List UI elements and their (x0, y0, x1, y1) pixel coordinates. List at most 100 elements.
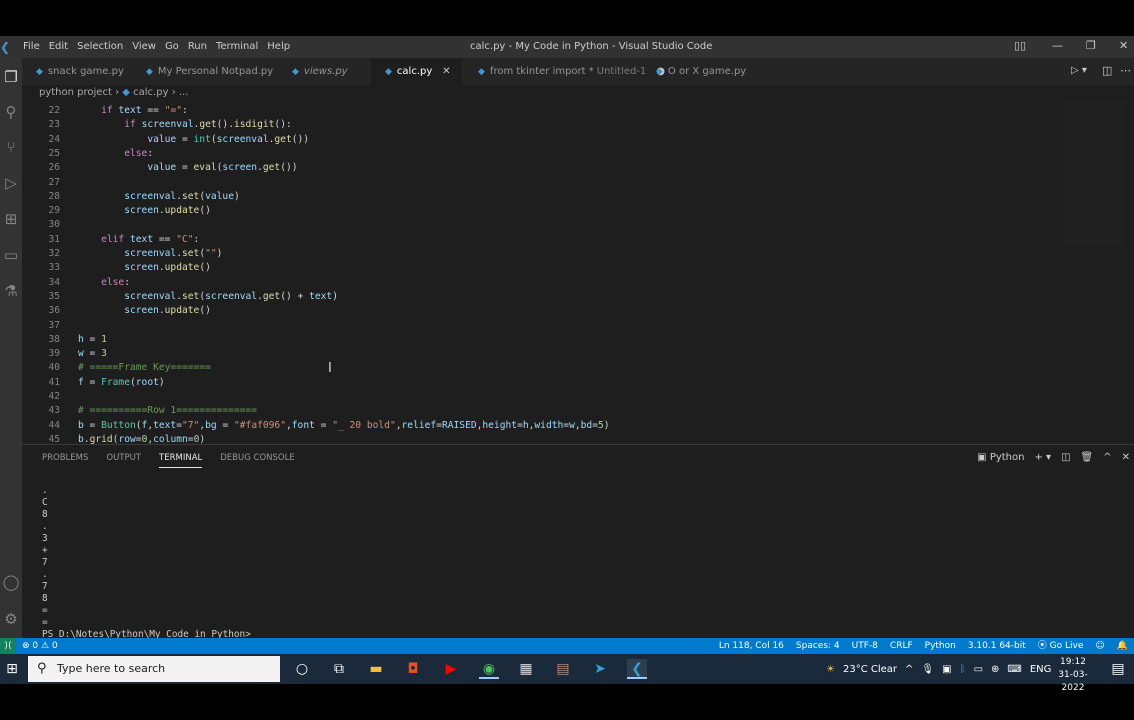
search-icon[interactable]: ⚲ (2, 103, 20, 121)
telegram-icon[interactable]: ➤ (590, 659, 610, 679)
network-icon[interactable]: ▭ (974, 664, 983, 675)
cursor-position[interactable]: Ln 118, Col 16 (719, 638, 784, 654)
minimize-button[interactable]: — (1052, 39, 1063, 52)
microphone-icon[interactable]: 🎙 (921, 664, 934, 675)
terminal-shell-selector[interactable]: ▣ Python (977, 452, 1024, 463)
weather-text[interactable]: 23°C Clear (843, 664, 897, 675)
layout-icon[interactable]: ▯▯ (1014, 39, 1026, 52)
encoding[interactable]: UTF-8 (852, 638, 878, 654)
settings-gear-icon[interactable]: ⚙ (2, 610, 20, 628)
clock[interactable]: 19:12 31-03-2022 (1050, 656, 1096, 695)
show-hidden-icons-icon[interactable]: ^ (905, 664, 913, 675)
language-indicator[interactable]: ENG (1030, 664, 1052, 675)
tray-app-icon[interactable]: ▣ (942, 664, 951, 675)
breadcrumb-more[interactable]: ... (179, 87, 189, 98)
terminal-line: 3 (42, 533, 48, 544)
tab-views[interactable]: ◆ views.py (278, 58, 373, 85)
source-control-icon[interactable]: ⑂ (2, 138, 20, 156)
kill-terminal-icon[interactable]: 🗑 (1081, 452, 1094, 463)
menu-view[interactable]: View (132, 41, 156, 52)
code-text: screenval.set(screenval.get() + text) (124, 290, 338, 302)
tab-terminal[interactable]: TERMINAL (159, 453, 203, 468)
tab-untitled[interactable]: ◆ from tkinter import * Untitled-1 ● (464, 58, 665, 85)
chrome-icon[interactable]: ◉ (479, 659, 499, 679)
youtube-icon[interactable]: ▶ (441, 659, 461, 679)
system-tray: ☀ 23°C Clear ^ 🎙 ▣ ᛒ ▭ ⊕ ⌨ ENG (826, 654, 1051, 684)
minimap[interactable] (1064, 101, 1124, 246)
line-number: 40 (48, 362, 60, 374)
office-icon[interactable]: ◘ (403, 659, 423, 679)
python-file-icon: ◆ (36, 67, 43, 77)
run-debug-icon[interactable]: ▷ (2, 174, 20, 192)
python-file-icon: ◆ (146, 67, 153, 77)
menu-file[interactable]: File (23, 41, 40, 52)
code-text: else: (124, 147, 154, 159)
menu-run[interactable]: Run (188, 41, 207, 52)
problems-indicator[interactable]: ⊗ 0 ⚠ 0 (22, 638, 58, 654)
indentation[interactable]: Spaces: 4 (796, 638, 840, 654)
terminal-output[interactable]: . C 8. 3 +7. 7 8 = = PS D:\Notes\Python\My Code i… (42, 485, 251, 641)
close-window-button[interactable]: ✕ (1119, 39, 1128, 52)
task-view-icon[interactable]: ⧉ (329, 659, 349, 679)
close-panel-icon[interactable]: ✕ (1122, 452, 1130, 463)
extensions-icon[interactable]: ⊞ (2, 210, 20, 228)
tab-debug-console[interactable]: DEBUG CONSOLE (220, 453, 294, 468)
taskbar-search-input[interactable]: ⚲ Type here to search (28, 656, 280, 682)
close-tab-icon[interactable]: ✕ (442, 66, 450, 77)
python-interpreter[interactable]: 3.10.1 64-bit (968, 638, 1026, 654)
explorer-icon[interactable]: ❐ (2, 68, 20, 86)
file-explorer-icon[interactable]: ▬ (366, 659, 386, 679)
tab-my-personal-notpad[interactable]: ◆ My Personal Notpad.py (132, 58, 273, 85)
notification-center-icon[interactable]: ▤ (1108, 659, 1128, 679)
maximize-panel-icon[interactable]: ^ (1103, 452, 1111, 463)
warning-icon: ⚠ (41, 641, 52, 651)
run-file-icon[interactable]: ▷ ▾ (1071, 65, 1087, 76)
terminal-line: 8 (42, 593, 48, 604)
feedback-icon[interactable]: ☺ (1095, 638, 1104, 654)
tab-problems[interactable]: PROBLEMS (42, 453, 88, 468)
tab-output[interactable]: OUTPUT (106, 453, 141, 468)
python-file-icon: ◆ (385, 67, 392, 77)
line-number: 34 (48, 276, 60, 288)
winrar-icon[interactable]: ▤ (553, 659, 573, 679)
split-terminal-icon[interactable]: ◫ (1061, 452, 1070, 463)
vscode-taskbar-icon[interactable]: ❮ (627, 659, 647, 679)
language-mode[interactable]: Python (925, 638, 956, 654)
notifications-bell-icon[interactable]: 🔔 (1117, 638, 1128, 654)
breadcrumb-file[interactable]: calc.py (133, 87, 168, 98)
tab-snack-game[interactable]: ◆ snack game.py (22, 58, 129, 85)
calculator-icon[interactable]: ▦ (516, 659, 536, 679)
menu-selection[interactable]: Selection (77, 41, 123, 52)
bluetooth-icon[interactable]: ᛒ (960, 664, 966, 675)
tab-o-or-x-game[interactable]: ◆ O or X game.py (642, 58, 752, 85)
split-editor-icon[interactable]: ◫ (1102, 64, 1112, 77)
globe-icon[interactable]: ⊕ (991, 664, 999, 675)
editor-tabs: ◆ snack game.py ◆ My Personal Notpad.py ◆ v… (22, 58, 1134, 85)
remote-indicator-icon[interactable]: ⟩⟨ (0, 638, 16, 654)
menu-terminal[interactable]: Terminal (216, 41, 258, 52)
terminal-line: . (42, 485, 48, 496)
breadcrumb-folder[interactable]: python project (39, 87, 112, 98)
testing-icon[interactable]: ⚗ (2, 282, 20, 300)
vscode-logo-icon: ❮ (0, 40, 11, 54)
code-text: h = 1 (78, 333, 107, 345)
cortana-icon[interactable]: ○ (292, 659, 312, 679)
go-live-button[interactable]: ⦿ Go Live (1038, 638, 1084, 654)
remote-explorer-icon[interactable]: ▭ (2, 246, 20, 264)
menu-help[interactable]: Help (267, 41, 290, 52)
tab-calc[interactable]: ◆ calc.py ✕ (371, 58, 462, 85)
menu-go[interactable]: Go (165, 41, 179, 52)
windows-start-icon[interactable]: ⊞ (2, 659, 22, 679)
code-text: else: (101, 276, 130, 288)
account-icon[interactable]: ◯ (2, 573, 20, 591)
status-bar: ⟩⟨ ⊗ 0 ⚠ 0 Ln 118, Col 16 Spaces: 4 UTF-… (0, 638, 1134, 654)
terminal-line: . (42, 569, 48, 580)
code-editor[interactable]: 22 if text == "=": 23 if screenval.get().… (22, 101, 1134, 444)
restore-button[interactable]: ❐ (1086, 39, 1096, 52)
new-terminal-icon[interactable]: + ▾ (1034, 452, 1051, 463)
line-ending[interactable]: CRLF (890, 638, 913, 654)
title-bar: ❮ File Edit Selection View Go Run Terminal Help… (0, 36, 1134, 58)
more-actions-icon[interactable]: ⋯ (1120, 64, 1131, 77)
menu-edit[interactable]: Edit (49, 41, 68, 52)
keyboard-icon[interactable]: ⌨ (1007, 664, 1021, 675)
